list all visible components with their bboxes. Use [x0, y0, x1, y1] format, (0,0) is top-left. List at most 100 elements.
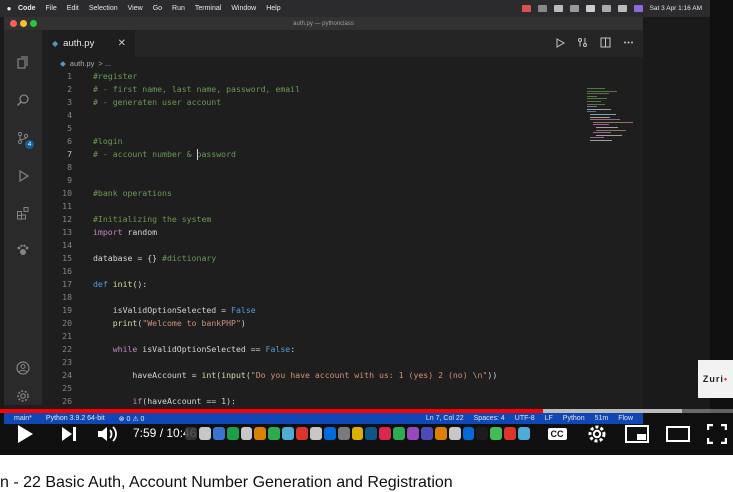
line-number: 26 — [62, 396, 72, 406]
text-cursor — [196, 149, 198, 160]
line-source: #bank operations — [93, 187, 172, 200]
code-token: random — [122, 227, 158, 237]
code-token: def — [93, 279, 108, 289]
explorer-icon — [15, 55, 31, 71]
source-control-badge: 4 — [25, 140, 34, 149]
line-source: # - first name, last name, password, ema… — [93, 83, 300, 96]
more-actions-icon — [622, 36, 635, 49]
cc-icon: CC — [547, 427, 567, 440]
line-number: 21 — [62, 331, 72, 341]
siri-icon — [633, 5, 643, 12]
minimap-line — [590, 119, 620, 121]
breadcrumb-rest: > ... — [98, 58, 112, 68]
channel-watermark[interactable]: Zuri • — [698, 360, 733, 398]
code-token: # - generaten user account — [93, 97, 222, 107]
code-token: int — [201, 370, 217, 380]
minimap-line — [593, 132, 611, 134]
dock-app-icon — [309, 427, 322, 440]
minimap-line — [587, 90, 617, 92]
dock-app-icon — [185, 427, 197, 440]
line-number: 13 — [62, 227, 72, 237]
code-token: "Welcome to bankPHP" — [142, 318, 241, 328]
line-source: #register — [93, 70, 137, 83]
line-source: def init(): — [93, 278, 147, 291]
minimap-line — [587, 106, 597, 108]
minimap — [582, 70, 638, 150]
dock-app-icon — [323, 427, 336, 440]
theater-icon — [666, 425, 690, 442]
dock-app-icon — [268, 427, 281, 440]
code-token: ): — [226, 396, 236, 406]
mute-button[interactable] — [96, 421, 120, 446]
code-token: #bank operations — [93, 188, 172, 198]
minimap-line — [590, 140, 612, 141]
dock-app-icon — [282, 427, 294, 440]
settings-gear-icon — [15, 388, 31, 404]
code-token: )) — [487, 370, 498, 380]
run-file-icon — [553, 36, 566, 49]
menu-edit: Edit — [66, 5, 79, 12]
account-icon — [15, 360, 31, 376]
volume-icon — [98, 425, 117, 442]
dock-app-icon — [434, 427, 447, 440]
dock-app-icon — [518, 427, 530, 440]
line-source: #login — [93, 135, 123, 148]
dock-app-icon — [504, 427, 516, 440]
play-button[interactable] — [13, 421, 37, 446]
menu-window: Window — [231, 5, 257, 12]
theater-mode-button[interactable] — [665, 421, 691, 446]
line-number: 19 — [62, 305, 72, 315]
minimap-line — [590, 116, 610, 118]
code-token: isValidOptionSelected == — [137, 344, 266, 354]
video-title[interactable]: n - 22 Basic Auth, Account Number Genera… — [0, 474, 453, 492]
code-token: : — [290, 344, 296, 354]
tab-auth-py: ◆ auth.py ✕ — [42, 30, 135, 57]
dock-app-icon — [393, 427, 405, 440]
search-icon — [601, 5, 611, 12]
minimap-line — [587, 88, 605, 89]
captions-button[interactable]: CC — [545, 421, 569, 446]
menu-selection: Selection — [88, 5, 118, 12]
channel-watermark-label: Zuri — [702, 374, 724, 384]
dock-app-icon — [448, 427, 461, 440]
line-source: haveAccount = int(input("Do you have acc… — [93, 369, 497, 382]
line-number: 6 — [67, 136, 72, 146]
code-editor: 1 #register 2 # - first name, last name, pa… — [42, 70, 582, 406]
player-controls: 7:59 / 10:46 CC — [0, 418, 733, 450]
line-source: print("Welcome to bankPHP") — [93, 317, 246, 330]
play-icon — [18, 424, 33, 443]
code-token: init — [112, 279, 133, 289]
wifi-icon — [585, 5, 595, 12]
settings-button[interactable] — [586, 421, 608, 446]
line-source: # - generaten user account — [93, 96, 221, 109]
minimap-line — [593, 124, 609, 126]
close-tab-icon: ✕ — [117, 38, 126, 49]
miniplayer-button[interactable] — [624, 421, 650, 446]
next-button[interactable] — [58, 421, 80, 446]
status-icon — [553, 5, 563, 12]
line-number: 22 — [62, 344, 72, 354]
line-number: 4 — [67, 110, 72, 120]
minimize-window-icon — [20, 20, 27, 27]
dock-app-icon — [476, 427, 489, 440]
menu-file: File — [45, 5, 57, 12]
dock-app-icon — [365, 427, 378, 440]
seek-bar[interactable] — [0, 409, 733, 413]
video-frame[interactable]: ● Code File Edit Selection View Go Run T… — [0, 0, 710, 413]
video-player[interactable]: ● Code File Edit Selection View Go Run T… — [0, 0, 733, 455]
code-token: #dictionary — [162, 253, 217, 263]
zoom-window-icon — [30, 20, 37, 27]
fullscreen-button[interactable] — [706, 421, 728, 446]
minimap-line — [587, 111, 596, 113]
line-number: 11 — [62, 201, 72, 211]
miniplayer-icon — [625, 424, 649, 443]
minimap-line — [587, 101, 601, 102]
mac-dock-strip — [185, 426, 530, 441]
dock-app-icon — [490, 427, 503, 440]
minimap-line — [587, 108, 611, 110]
code-token: ) — [240, 318, 246, 328]
code-token: #Initializing the system — [93, 214, 212, 224]
line-number: 3 — [67, 97, 72, 107]
